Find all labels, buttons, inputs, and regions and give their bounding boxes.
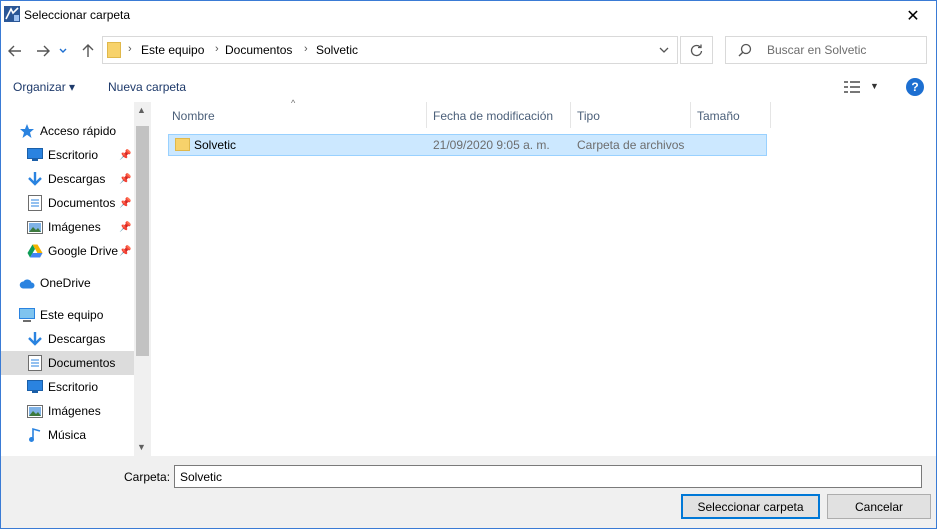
chevron-right-icon: › bbox=[128, 43, 132, 55]
column-header-type[interactable]: Tipo bbox=[577, 109, 600, 123]
chevron-right-icon: › bbox=[215, 43, 219, 55]
nav-item-google-drive[interactable]: Google Drive 📌 bbox=[1, 239, 134, 263]
music-icon bbox=[27, 427, 43, 443]
nav-item-escritorio[interactable]: Escritorio bbox=[1, 375, 134, 399]
nav-item-escritorio[interactable]: Escritorio 📌 bbox=[1, 143, 134, 167]
search-input[interactable]: Buscar en Solvetic bbox=[725, 36, 927, 64]
nav-item-descargas[interactable]: Descargas 📌 bbox=[1, 167, 134, 191]
nav-label: Descargas bbox=[48, 332, 106, 346]
column-divider[interactable] bbox=[426, 102, 427, 128]
view-dropdown-icon[interactable]: ▼ bbox=[870, 81, 879, 91]
file-date: 21/09/2020 9:05 a. m. bbox=[433, 138, 550, 152]
document-icon bbox=[27, 355, 43, 371]
file-type: Carpeta de archivos bbox=[577, 138, 685, 152]
pictures-icon bbox=[27, 219, 43, 235]
nav-label: Escritorio bbox=[48, 148, 99, 162]
folder-icon bbox=[175, 138, 190, 151]
nav-item-documentos-selected[interactable]: Documentos bbox=[1, 351, 134, 375]
pin-icon[interactable]: 📌 bbox=[119, 150, 131, 161]
column-divider[interactable] bbox=[690, 102, 691, 128]
download-icon bbox=[27, 331, 43, 347]
help-icon[interactable]: ? bbox=[906, 78, 924, 96]
nav-label: Música bbox=[48, 428, 87, 442]
folder-icon bbox=[107, 42, 121, 58]
nav-item-imagenes[interactable]: Imágenes 📌 bbox=[1, 215, 134, 239]
close-button[interactable]: ✕ bbox=[890, 1, 936, 30]
cancel-button[interactable]: Cancelar bbox=[827, 494, 931, 519]
file-name: Solvetic bbox=[194, 138, 237, 152]
address-bar[interactable]: › Este equipo › Documentos › Solvetic bbox=[102, 36, 678, 64]
folder-name-input[interactable] bbox=[174, 465, 922, 488]
new-folder-button[interactable]: Nueva carpeta bbox=[108, 80, 186, 94]
breadcrumb-documentos[interactable]: Documentos bbox=[225, 43, 292, 57]
refresh-button[interactable] bbox=[680, 36, 713, 64]
search-icon bbox=[738, 43, 752, 57]
document-icon bbox=[27, 195, 43, 211]
app-icon bbox=[4, 6, 20, 22]
computer-icon bbox=[19, 307, 35, 323]
nav-item-musica[interactable]: Música bbox=[1, 423, 134, 447]
breadcrumb-solvetic[interactable]: Solvetic bbox=[316, 43, 358, 57]
nav-label: Imágenes bbox=[48, 404, 101, 418]
pin-icon[interactable]: 📌 bbox=[119, 222, 131, 233]
nav-label: OneDrive bbox=[40, 276, 91, 290]
back-arrow-icon[interactable] bbox=[5, 41, 25, 61]
column-divider[interactable] bbox=[770, 102, 771, 128]
column-header-size[interactable]: Tamaño bbox=[697, 109, 740, 123]
refresh-icon bbox=[690, 44, 703, 56]
column-header-date[interactable]: Fecha de modificación bbox=[433, 109, 553, 123]
address-dropdown-icon[interactable] bbox=[659, 42, 669, 56]
chevron-right-icon: › bbox=[304, 43, 308, 55]
file-list-row[interactable]: Solvetic 21/09/2020 9:05 a. m. Carpeta d… bbox=[168, 134, 767, 156]
nav-label: Escritorio bbox=[48, 380, 99, 394]
pin-icon[interactable]: 📌 bbox=[119, 198, 131, 209]
navigation-pane: Acceso rápido Escritorio 📌 Descargas 📌 D… bbox=[1, 102, 151, 456]
recent-locations-chevron-icon[interactable] bbox=[57, 41, 69, 61]
breadcrumb-este-equipo[interactable]: Este equipo bbox=[141, 43, 204, 57]
nav-item-imagenes[interactable]: Imágenes bbox=[1, 399, 134, 423]
nav-item-este-equipo[interactable]: Este equipo bbox=[1, 303, 134, 327]
column-divider[interactable] bbox=[570, 102, 571, 128]
nav-label: Imágenes bbox=[48, 220, 101, 234]
nav-label: Este equipo bbox=[40, 308, 104, 322]
nav-label: Acceso rápido bbox=[40, 124, 117, 138]
nav-label: Descargas bbox=[48, 172, 106, 186]
nav-label: Documentos bbox=[48, 356, 116, 370]
scroll-up-icon[interactable]: ▲ bbox=[137, 105, 146, 115]
view-options-icon[interactable] bbox=[844, 80, 860, 94]
download-icon bbox=[27, 171, 43, 187]
select-folder-button[interactable]: Seleccionar carpeta bbox=[681, 494, 820, 519]
nav-item-documentos[interactable]: Documentos 📌 bbox=[1, 191, 134, 215]
desktop-icon bbox=[27, 379, 43, 395]
sort-ascending-icon: ^ bbox=[291, 98, 296, 108]
nav-item-descargas[interactable]: Descargas bbox=[1, 327, 134, 351]
pin-icon[interactable]: 📌 bbox=[119, 174, 131, 185]
folder-label: Carpeta: bbox=[124, 470, 171, 484]
window-title: Seleccionar carpeta bbox=[24, 8, 131, 22]
pin-icon[interactable]: 📌 bbox=[119, 246, 131, 257]
onedrive-icon bbox=[19, 275, 35, 291]
desktop-icon bbox=[27, 147, 43, 163]
up-arrow-icon[interactable] bbox=[78, 41, 98, 61]
navigation-scroll-thumb[interactable] bbox=[136, 126, 149, 356]
star-icon bbox=[19, 123, 35, 139]
nav-item-acceso-rapido[interactable]: Acceso rápido bbox=[1, 119, 134, 143]
nav-label: Google Drive bbox=[48, 244, 119, 258]
title-bar: Seleccionar carpeta ✕ bbox=[1, 1, 936, 31]
scroll-down-icon[interactable]: ▼ bbox=[137, 442, 146, 452]
nav-label: Documentos bbox=[48, 196, 116, 210]
forward-arrow-icon[interactable] bbox=[33, 41, 53, 61]
nav-item-onedrive[interactable]: OneDrive bbox=[1, 271, 134, 295]
google-drive-icon bbox=[27, 243, 43, 259]
folder-picker-dialog: Seleccionar carpeta ✕ › Este equipo › Do… bbox=[0, 0, 937, 529]
organize-menu-button[interactable]: Organizar ▾ bbox=[13, 80, 75, 94]
pictures-icon bbox=[27, 403, 43, 419]
footer-panel: Carpeta: Seleccionar carpeta Cancelar bbox=[1, 456, 936, 528]
search-placeholder: Buscar en Solvetic bbox=[767, 43, 867, 57]
column-header-name[interactable]: Nombre bbox=[172, 109, 215, 123]
